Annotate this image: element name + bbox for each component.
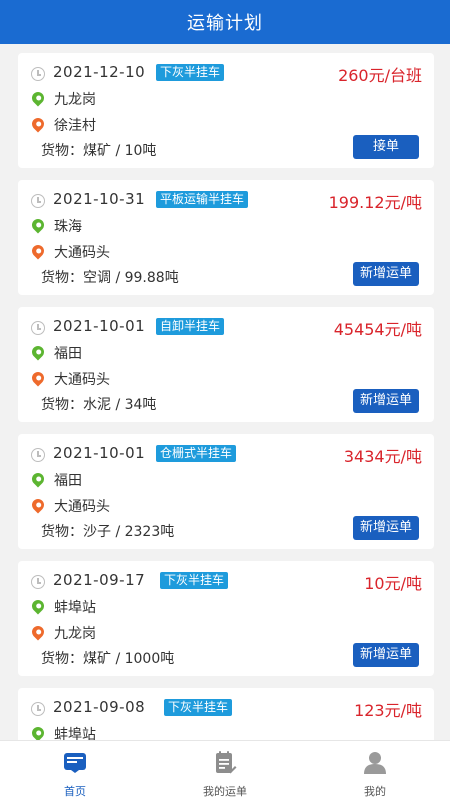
accept-order-button[interactable]: 接单 — [352, 135, 419, 159]
order-card[interactable]: 2021-10-01 仓栅式半挂车 3434元/吨 福田 大通码头 货物：沙子 … — [18, 434, 434, 549]
tab-home[interactable]: 首页 — [0, 741, 150, 800]
tab-my-orders[interactable]: 我的运单 — [150, 741, 300, 800]
add-waybill-button[interactable]: 新增运单 — [352, 389, 419, 413]
origin-place: 蚌埠站 — [54, 600, 96, 616]
vehicle-type-tag: 下灰半挂车 — [160, 572, 229, 589]
order-card[interactable]: 2021-10-31 平板运输半挂车 199.12元/吨 珠海 大通码头 货物：… — [18, 180, 434, 295]
order-price: 123元/吨 — [354, 701, 422, 720]
clock-icon — [31, 194, 45, 208]
tab-my-orders-label: 我的运单 — [203, 785, 247, 798]
vehicle-type-tag: 下灰半挂车 — [164, 699, 233, 716]
cargo-info: 货物：煤矿 / 1000吨 — [41, 651, 175, 667]
origin-pin-icon — [29, 343, 47, 361]
add-waybill-button[interactable]: 新增运单 — [352, 516, 419, 540]
origin-pin-icon — [29, 89, 47, 107]
tab-home-label: 首页 — [64, 785, 86, 798]
order-date: 2021-12-10 — [53, 63, 146, 81]
order-price: 199.12元/吨 — [328, 193, 422, 212]
page-title: 运输计划 — [187, 13, 263, 34]
origin-place: 福田 — [54, 346, 82, 362]
vehicle-type-tag: 平板运输半挂车 — [156, 191, 249, 208]
origin-pin-icon — [29, 216, 47, 234]
vehicle-type-tag: 下灰半挂车 — [156, 64, 225, 81]
add-waybill-button[interactable]: 新增运单 — [352, 643, 419, 667]
destination-pin-icon — [29, 115, 47, 133]
origin-place: 福田 — [54, 473, 82, 489]
clock-icon — [31, 448, 45, 462]
destination-place: 徐洼村 — [54, 118, 96, 134]
order-date: 2021-09-17 — [53, 571, 146, 589]
origin-pin-icon — [29, 470, 47, 488]
order-date: 2021-10-01 — [53, 444, 146, 462]
cargo-info: 货物：空调 / 99.88吨 — [41, 270, 179, 286]
origin-pin-icon — [29, 724, 47, 740]
destination-place: 九龙岗 — [54, 626, 96, 642]
order-card[interactable]: 2021-12-10 下灰半挂车 260元/台班 九龙岗 徐洼村 货物：煤矿 /… — [18, 53, 434, 168]
order-price: 45454元/吨 — [333, 320, 422, 339]
origin-place: 九龙岗 — [54, 92, 96, 108]
order-date: 2021-10-01 — [53, 317, 146, 335]
destination-place: 大通码头 — [54, 499, 110, 515]
cargo-info: 货物：煤矿 / 10吨 — [41, 143, 157, 159]
vehicle-type-tag: 自卸半挂车 — [156, 318, 225, 335]
destination-pin-icon — [29, 496, 47, 514]
clock-icon — [31, 67, 45, 81]
origin-place: 珠海 — [54, 219, 82, 235]
clock-icon — [31, 321, 45, 335]
clock-icon — [31, 575, 45, 589]
order-date: 2021-09-08 — [53, 698, 146, 716]
origin-pin-icon — [29, 597, 47, 615]
order-date: 2021-10-31 — [53, 190, 146, 208]
tab-me-label: 我的 — [364, 785, 386, 798]
clipboard-icon — [216, 751, 237, 774]
cargo-info: 货物：沙子 / 2323吨 — [41, 524, 175, 540]
vehicle-type-tag: 仓栅式半挂车 — [156, 445, 237, 462]
order-price: 10元/吨 — [364, 574, 422, 593]
order-card[interactable]: 2021-09-08 下灰半挂车 123元/吨 蚌埠站 — [18, 688, 434, 740]
home-tab-icon — [64, 753, 86, 773]
origin-place: 蚌埠站 — [54, 727, 96, 740]
cargo-info: 货物：水泥 / 34吨 — [41, 397, 157, 413]
transport-plan-list[interactable]: 2021-12-10 下灰半挂车 260元/台班 九龙岗 徐洼村 货物：煤矿 /… — [0, 44, 450, 740]
destination-pin-icon — [29, 623, 47, 641]
bottom-tab-bar: 首页 我的运单 我的 — [0, 740, 450, 800]
order-card[interactable]: 2021-10-01 自卸半挂车 45454元/吨 福田 大通码头 货物：水泥 … — [18, 307, 434, 422]
tab-me[interactable]: 我的 — [300, 741, 450, 800]
app-header: 运输计划 — [0, 0, 450, 44]
user-icon — [364, 752, 386, 774]
order-price: 3434元/吨 — [343, 447, 422, 466]
destination-pin-icon — [29, 242, 47, 260]
destination-place: 大通码头 — [54, 372, 110, 388]
add-waybill-button[interactable]: 新增运单 — [352, 262, 419, 286]
order-price: 260元/台班 — [338, 66, 422, 85]
clock-icon — [31, 702, 45, 716]
destination-place: 大通码头 — [54, 245, 110, 261]
destination-pin-icon — [29, 369, 47, 387]
order-card[interactable]: 2021-09-17 下灰半挂车 10元/吨 蚌埠站 九龙岗 货物：煤矿 / 1… — [18, 561, 434, 676]
